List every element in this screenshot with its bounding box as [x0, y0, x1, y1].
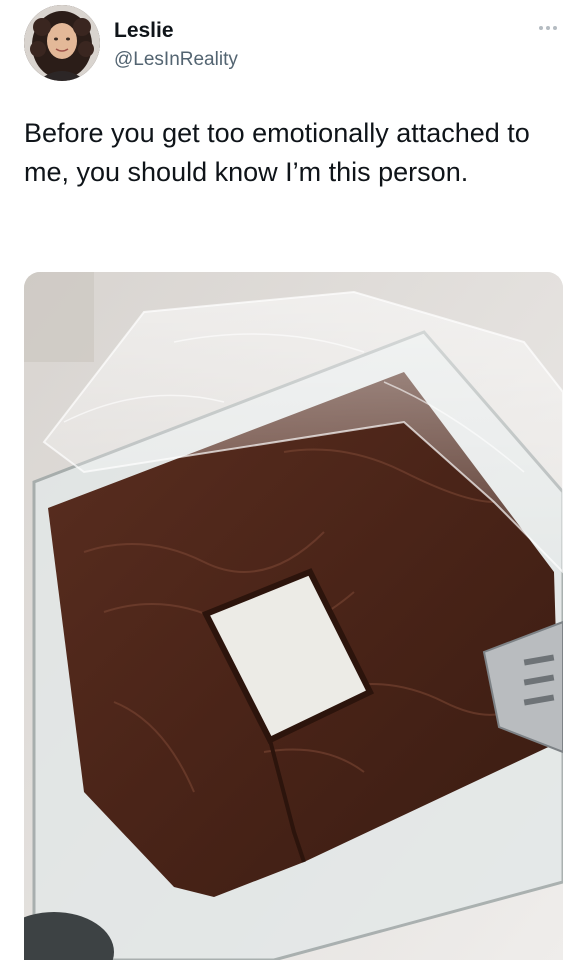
author-name[interactable]: Leslie [114, 19, 174, 43]
tweet-text: Before you get too emotionally attached … [24, 118, 530, 187]
tweet-header: Leslie @LesInReality [24, 5, 564, 83]
avatar-image [24, 5, 100, 81]
brownie-pan-photo [24, 272, 563, 960]
avatar[interactable] [24, 5, 100, 81]
author-handle[interactable]: @LesInReality [114, 49, 238, 71]
tweet-photo[interactable] [24, 272, 563, 960]
more-horizontal-icon[interactable] [536, 23, 560, 33]
